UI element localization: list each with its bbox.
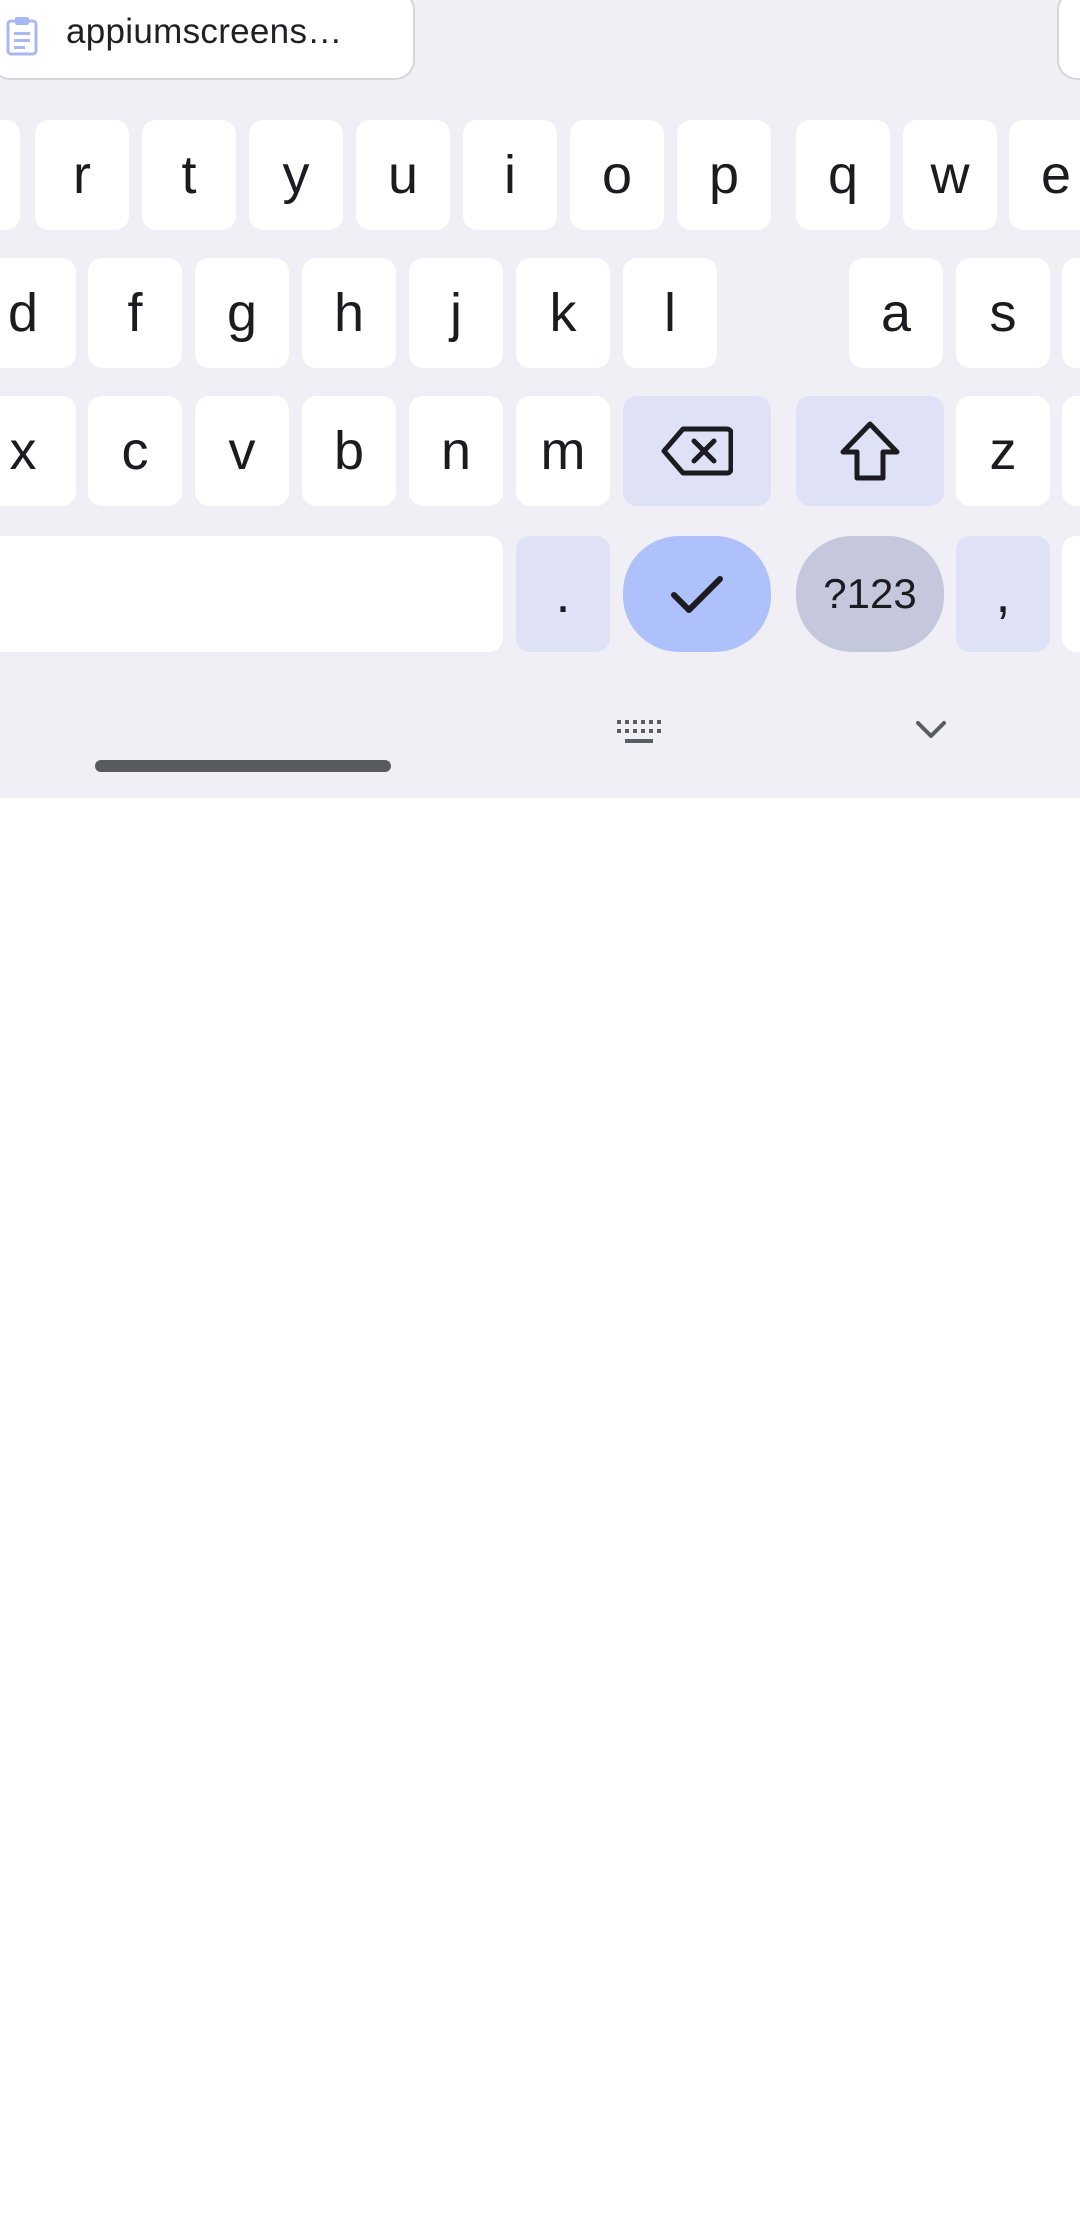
key-f[interactable]: f: [88, 258, 182, 368]
key-j[interactable]: j: [409, 258, 503, 368]
key-partial-left[interactable]: [0, 120, 20, 230]
suggestion-chip-partial[interactable]: [1057, 0, 1080, 80]
key-y[interactable]: y: [249, 120, 343, 230]
clipboard-suggestion-chip[interactable]: appiumscreens…: [0, 0, 415, 80]
key-a[interactable]: a: [849, 258, 943, 368]
key-t[interactable]: t: [142, 120, 236, 230]
key-w[interactable]: w: [903, 120, 997, 230]
key-u[interactable]: u: [356, 120, 450, 230]
key-partial-right-2[interactable]: [1062, 396, 1080, 506]
key-c[interactable]: c: [88, 396, 182, 506]
key-n[interactable]: n: [409, 396, 503, 506]
key-k[interactable]: k: [516, 258, 610, 368]
key-l[interactable]: l: [623, 258, 717, 368]
keyboard-icon[interactable]: [615, 718, 663, 746]
blank-app-area: [0, 798, 1080, 2220]
key-g[interactable]: g: [195, 258, 289, 368]
key-e[interactable]: e: [1009, 120, 1080, 230]
enter-key[interactable]: [623, 536, 771, 652]
key-partial-right[interactable]: [1062, 258, 1080, 368]
key-x[interactable]: x: [0, 396, 76, 506]
clipboard-icon: [6, 16, 38, 56]
key-d[interactable]: d: [0, 258, 76, 368]
key-partial-right-3[interactable]: [1062, 536, 1080, 652]
shift-arrow-icon: [839, 421, 901, 481]
key-s[interactable]: s: [956, 258, 1050, 368]
period-key[interactable]: .: [516, 536, 610, 652]
key-m[interactable]: m: [516, 396, 610, 506]
backspace-key[interactable]: [623, 396, 771, 506]
key-h[interactable]: h: [302, 258, 396, 368]
keyboard-panel: appiumscreens… r t y u i o p q w e d f g…: [0, 0, 1080, 798]
key-o[interactable]: o: [570, 120, 664, 230]
symbols-key[interactable]: ?123: [796, 536, 944, 652]
key-v[interactable]: v: [195, 396, 289, 506]
key-q[interactable]: q: [796, 120, 890, 230]
key-b[interactable]: b: [302, 396, 396, 506]
key-z[interactable]: z: [956, 396, 1050, 506]
clipboard-suggestion-text: appiumscreens…: [66, 12, 343, 51]
chevron-down-icon[interactable]: [914, 719, 948, 741]
key-r[interactable]: r: [35, 120, 129, 230]
home-gesture-bar[interactable]: [95, 760, 391, 772]
shift-key[interactable]: [796, 396, 944, 506]
backspace-icon: [661, 425, 733, 477]
spacebar[interactable]: [0, 536, 503, 652]
key-i[interactable]: i: [463, 120, 557, 230]
key-p[interactable]: p: [677, 120, 771, 230]
checkmark-icon: [670, 573, 724, 615]
comma-key[interactable]: ,: [956, 536, 1050, 652]
